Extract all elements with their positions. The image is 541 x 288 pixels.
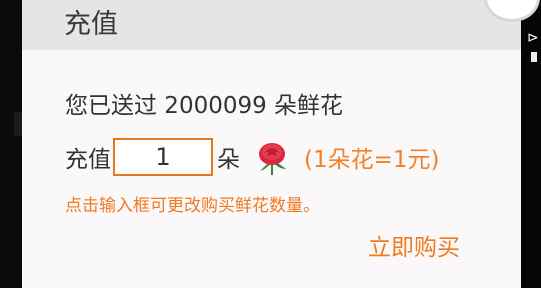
hint-text: 点击输入框可更改购买鲜花数量。 bbox=[65, 196, 320, 216]
recharge-row: 充值 朵 (1朵花=1元) bbox=[65, 136, 439, 178]
corner-glyph-icon: ⊳ bbox=[527, 30, 539, 46]
unit-label: 朵 bbox=[217, 147, 240, 173]
rose-icon bbox=[259, 143, 286, 175]
left-edge-strip bbox=[0, 0, 22, 288]
recharge-label: 充值 bbox=[65, 147, 111, 173]
dialog-header: 充值 bbox=[22, 0, 521, 50]
right-edge-mark bbox=[531, 52, 537, 62]
price-rate-text: (1朵花=1元) bbox=[304, 147, 440, 173]
dialog-title: 充值 bbox=[64, 9, 118, 40]
buy-now-button[interactable]: 立即购买 bbox=[368, 228, 460, 262]
quantity-input[interactable] bbox=[113, 138, 213, 176]
left-edge-mark bbox=[14, 112, 22, 136]
sent-flowers-text: 您已送过 2000099 朵鲜花 bbox=[65, 93, 344, 119]
recharge-dialog: 充值 您已送过 2000099 朵鲜花 充值 朵 (1朵花=1元) 点击输入框可… bbox=[22, 0, 521, 288]
